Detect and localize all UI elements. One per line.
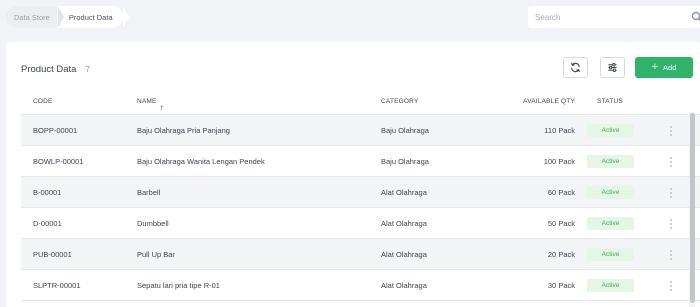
cell-code: BOWLP-00001 <box>33 157 84 166</box>
card-header: Product Data 7 <box>21 64 90 75</box>
search-box <box>528 6 700 28</box>
cell-available-qty: 100 Pack <box>543 157 575 166</box>
cell-category: Baju Olahraga <box>381 126 429 135</box>
cell-name: Barbell <box>137 188 161 197</box>
add-button-label: Add <box>663 63 677 72</box>
cell-name: Baju Olahraga Pria Panjang <box>137 126 230 135</box>
kebab-icon[interactable] <box>668 155 674 169</box>
kebab-icon[interactable] <box>668 217 674 231</box>
status-badge: Active <box>587 124 634 137</box>
cell-code: BOPP-00001 <box>33 126 78 135</box>
table-body: BOPP-00001 Baju Olahraga Pria Panjang Ba… <box>21 115 700 301</box>
table-header: CODE NAME ↑ CATEGORY AVAILABLE QTY STATUS <box>21 91 700 115</box>
breadcrumb: Data Store Product Data <box>6 6 129 28</box>
column-header-available-qty[interactable]: AVAILABLE QTY <box>491 98 575 105</box>
column-header-status[interactable]: STATUS <box>597 98 623 105</box>
column-header-name-label: NAME <box>137 98 157 105</box>
search-icon[interactable] <box>691 11 700 23</box>
table-row[interactable]: PUB-00001 Pull Up Bar Alat Olahraga 20 P… <box>21 239 700 270</box>
cell-available-qty: 20 Pack <box>547 250 575 259</box>
scrollbar-thumb[interactable] <box>690 113 695 303</box>
table-row[interactable]: BOWLP-00001 Baju Olahraga Wanita Lengan … <box>21 146 700 177</box>
top-bar: Data Store Product Data <box>0 0 700 42</box>
breadcrumb-item-product-data: Product Data <box>56 6 129 28</box>
cell-available-qty: 110 Pack <box>544 126 575 135</box>
breadcrumb-item-data-store[interactable]: Data Store <box>6 6 64 28</box>
filter-icon <box>608 63 617 72</box>
product-table: CODE NAME ↑ CATEGORY AVAILABLE QTY STATUS… <box>21 91 700 301</box>
item-count: 7 <box>85 65 90 74</box>
cell-code: B-00001 <box>33 188 62 197</box>
cell-available-qty: 60 Pack <box>547 188 575 197</box>
cell-code: SLPTR-00001 <box>33 281 81 290</box>
column-header-code[interactable]: CODE <box>33 98 53 105</box>
status-badge: Active <box>587 186 634 199</box>
cell-name: Sepatu lari pria tipe R-01 <box>137 281 220 290</box>
add-button[interactable]: + Add <box>635 57 693 78</box>
cell-code: PUB-00001 <box>33 250 72 259</box>
cell-name: Pull Up Bar <box>137 250 175 259</box>
cell-category: Alat Olahraga <box>381 219 427 228</box>
status-badge: Active <box>587 279 634 292</box>
status-badge: Active <box>587 155 634 168</box>
cell-name: Dumbbell <box>137 219 169 228</box>
filter-button[interactable] <box>600 57 625 78</box>
refresh-button[interactable] <box>563 57 588 78</box>
kebab-icon[interactable] <box>668 186 674 200</box>
page-title: Product Data <box>21 64 77 75</box>
table-row[interactable]: SLPTR-00001 Sepatu lari pria tipe R-01 A… <box>21 270 700 301</box>
column-header-category[interactable]: CATEGORY <box>381 98 418 105</box>
product-data-card: Product Data 7 + Add CODE NAME ↑ CATEGORY… <box>6 42 700 307</box>
sort-ascending-icon: ↑ <box>159 103 164 112</box>
cell-name: Baju Olahraga Wanita Lengan Pendek <box>137 157 265 166</box>
status-badge: Active <box>587 217 634 230</box>
cell-available-qty: 30 Pack <box>547 281 575 290</box>
table-row[interactable]: D-00001 Dumbbell Alat Olahraga 50 Pack A… <box>21 208 700 239</box>
kebab-icon[interactable] <box>668 279 674 293</box>
search-input[interactable] <box>528 12 678 22</box>
table-row[interactable]: BOPP-00001 Baju Olahraga Pria Panjang Ba… <box>21 115 700 146</box>
plus-icon: + <box>651 60 659 73</box>
status-badge: Active <box>587 248 634 261</box>
table-row[interactable]: B-00001 Barbell Alat Olahraga 60 Pack Ac… <box>21 177 700 208</box>
cell-code: D-00001 <box>33 219 62 228</box>
column-header-name[interactable]: NAME ↑ <box>137 98 164 112</box>
cell-available-qty: 50 Pack <box>547 219 575 228</box>
cell-category: Alat Olahraga <box>381 281 427 290</box>
cell-category: Alat Olahraga <box>381 188 427 197</box>
kebab-icon[interactable] <box>668 248 674 262</box>
cell-category: Alat Olahraga <box>381 250 427 259</box>
kebab-icon[interactable] <box>668 124 674 138</box>
cell-category: Baju Olahraga <box>381 157 429 166</box>
refresh-icon <box>571 62 580 73</box>
